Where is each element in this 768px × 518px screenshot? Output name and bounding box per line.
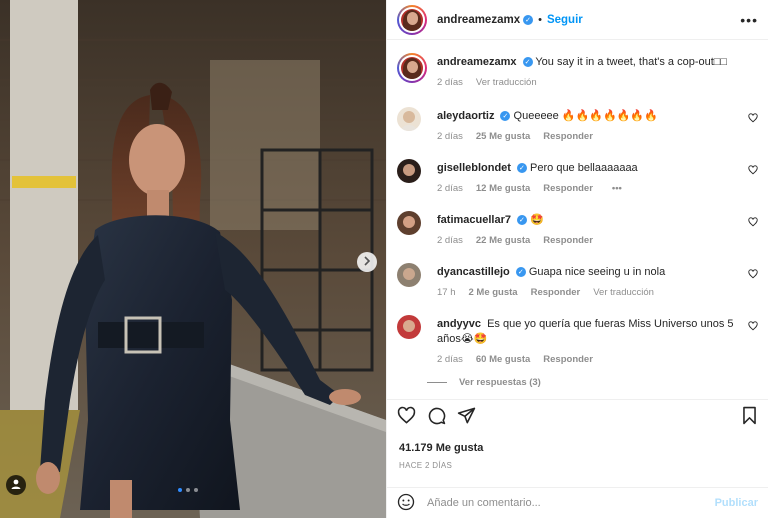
- see-translation-link[interactable]: Ver traducción: [593, 285, 654, 300]
- verified-icon: ✓: [523, 14, 534, 25]
- verified-icon: ✓: [516, 215, 527, 226]
- more-icon[interactable]: •••: [740, 12, 758, 28]
- comment-time[interactable]: 2 días: [437, 233, 463, 248]
- comment-time[interactable]: 2 días: [437, 181, 463, 196]
- chevron-right-icon: [363, 255, 371, 269]
- author-username[interactable]: andreamezamx: [437, 14, 520, 26]
- verified-icon: ✓: [516, 163, 527, 174]
- carousel-dot: [186, 488, 190, 492]
- bookmark-icon[interactable]: [741, 406, 758, 428]
- caption-avatar[interactable]: [397, 53, 427, 83]
- comment-text: Pero que bellaaaaaaa: [530, 162, 638, 174]
- commenter-avatar[interactable]: [397, 211, 421, 235]
- caption-text: You say it in a tweet, that's a cop-out□…: [535, 56, 728, 68]
- reply-button[interactable]: Responder: [543, 233, 593, 248]
- comment-username[interactable]: giselleblondet: [437, 162, 511, 174]
- photo-scene: [0, 0, 386, 518]
- comment-time[interactable]: 2 días: [437, 352, 463, 367]
- reply-button[interactable]: Responder: [531, 285, 581, 300]
- caption-username[interactable]: andreamezamx: [437, 56, 517, 68]
- view-replies-label: Ver respuestas (3): [459, 377, 541, 388]
- commenter-avatar[interactable]: [397, 107, 421, 131]
- commenter-avatar[interactable]: [397, 315, 421, 339]
- verified-icon: ✓: [500, 111, 511, 122]
- comment-likes[interactable]: 60 Me gusta: [476, 352, 530, 367]
- comment-text: Queeeee 🔥🔥🔥🔥🔥🔥🔥: [513, 110, 658, 122]
- comment-likes[interactable]: 2 Me gusta: [469, 285, 518, 300]
- see-translation-link[interactable]: Ver traducción: [476, 75, 537, 90]
- comment-username[interactable]: fatimacuellar7: [437, 214, 511, 226]
- share-icon[interactable]: [457, 406, 476, 428]
- replies-divider: [427, 382, 447, 383]
- comment-options-icon[interactable]: •••: [612, 181, 622, 196]
- reply-button[interactable]: Responder: [543, 181, 593, 196]
- caption-time[interactable]: 2 días: [437, 75, 463, 90]
- comment-likes[interactable]: 12 Me gusta: [476, 181, 530, 196]
- comment-username[interactable]: dyancastillejo: [437, 266, 510, 278]
- carousel-dots: [178, 488, 198, 492]
- like-comment-heart-icon[interactable]: [748, 217, 758, 230]
- heart-icon[interactable]: [397, 406, 416, 428]
- like-comment-heart-icon[interactable]: [748, 269, 758, 282]
- next-photo-button[interactable]: [357, 252, 377, 272]
- reply-button[interactable]: Responder: [543, 352, 593, 367]
- divider: [387, 399, 768, 400]
- view-replies-button[interactable]: Ver respuestas (3): [427, 377, 541, 388]
- follow-button[interactable]: Seguir: [547, 14, 583, 26]
- comment-likes[interactable]: 25 Me gusta: [476, 129, 530, 144]
- carousel-dot-active: [178, 488, 182, 492]
- post-timestamp[interactable]: HACE 2 DÍAS: [399, 461, 452, 470]
- comment-text: Guapa nice seeing u in nola: [528, 266, 666, 278]
- comment-composer: Publicar: [387, 487, 768, 518]
- verified-icon: ✓: [522, 57, 533, 68]
- like-comment-heart-icon[interactable]: [748, 165, 758, 178]
- comment-time[interactable]: 2 días: [437, 129, 463, 144]
- likes-count[interactable]: 41.179 Me gusta: [399, 442, 483, 454]
- post-panel: andreamezamx ✓ • Seguir ••• andreamezamx…: [386, 0, 768, 518]
- comment-username[interactable]: aleydaortiz: [437, 110, 494, 122]
- separator-dot: •: [538, 13, 542, 26]
- like-comment-heart-icon[interactable]: [748, 113, 758, 126]
- comment-text: Es que yo quería que fueras Miss Univers…: [437, 318, 734, 345]
- comments-list: andreamezamx ✓ You say it in a tweet, tha…: [387, 41, 768, 399]
- user-tag-button[interactable]: [6, 475, 26, 495]
- emoji-icon[interactable]: [397, 493, 415, 514]
- verified-icon: ✓: [515, 267, 526, 278]
- post-photo[interactable]: [0, 0, 386, 518]
- publish-button[interactable]: Publicar: [715, 497, 758, 509]
- comment-username[interactable]: andyyvc: [437, 318, 481, 330]
- carousel-dot: [194, 488, 198, 492]
- user-tag-icon: [10, 478, 22, 493]
- post-actions: [397, 406, 758, 432]
- comment-icon[interactable]: [427, 406, 446, 428]
- comment-text: 🤩: [530, 214, 544, 226]
- commenter-avatar[interactable]: [397, 263, 421, 287]
- like-comment-heart-icon[interactable]: [748, 321, 758, 334]
- author-avatar[interactable]: [397, 4, 427, 35]
- comment-likes[interactable]: 22 Me gusta: [476, 233, 530, 248]
- comment-time[interactable]: 17 h: [437, 285, 456, 300]
- reply-button[interactable]: Responder: [543, 129, 593, 144]
- post-header: andreamezamx ✓ • Seguir: [387, 0, 768, 40]
- comment-input[interactable]: [427, 497, 715, 509]
- commenter-avatar[interactable]: [397, 159, 421, 183]
- post-modal: andreamezamx ✓ • Seguir ••• andreamezamx…: [0, 0, 768, 518]
